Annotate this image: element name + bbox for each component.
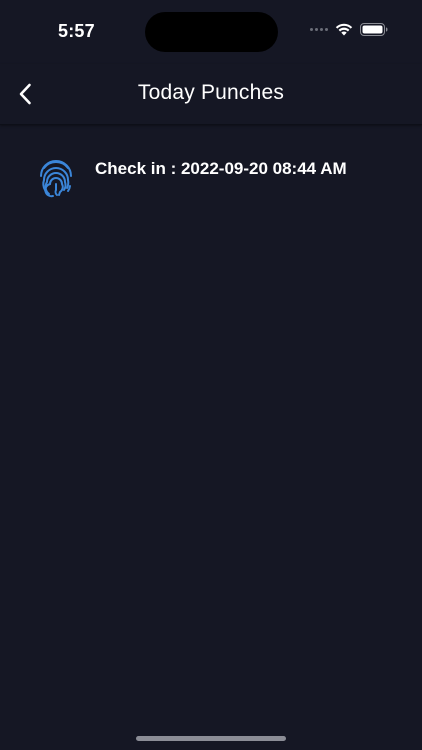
wifi-icon: [335, 23, 353, 36]
home-indicator[interactable]: [136, 736, 286, 741]
navigation-header: Today Punches: [0, 64, 422, 125]
dynamic-island: [145, 12, 278, 52]
punch-entry-text: Check in : 2022-09-20 08:44 AM: [95, 159, 347, 178]
status-icons: [310, 23, 388, 36]
status-bar: 5:57: [0, 0, 422, 58]
cellular-signal-icon: [310, 28, 328, 31]
list-item[interactable]: Check in : 2022-09-20 08:44 AM: [36, 156, 402, 204]
battery-icon: [360, 23, 388, 36]
status-time: 5:57: [58, 21, 95, 41]
fingerprint-icon: [40, 160, 72, 198]
page-title: Today Punches: [137, 81, 285, 104]
